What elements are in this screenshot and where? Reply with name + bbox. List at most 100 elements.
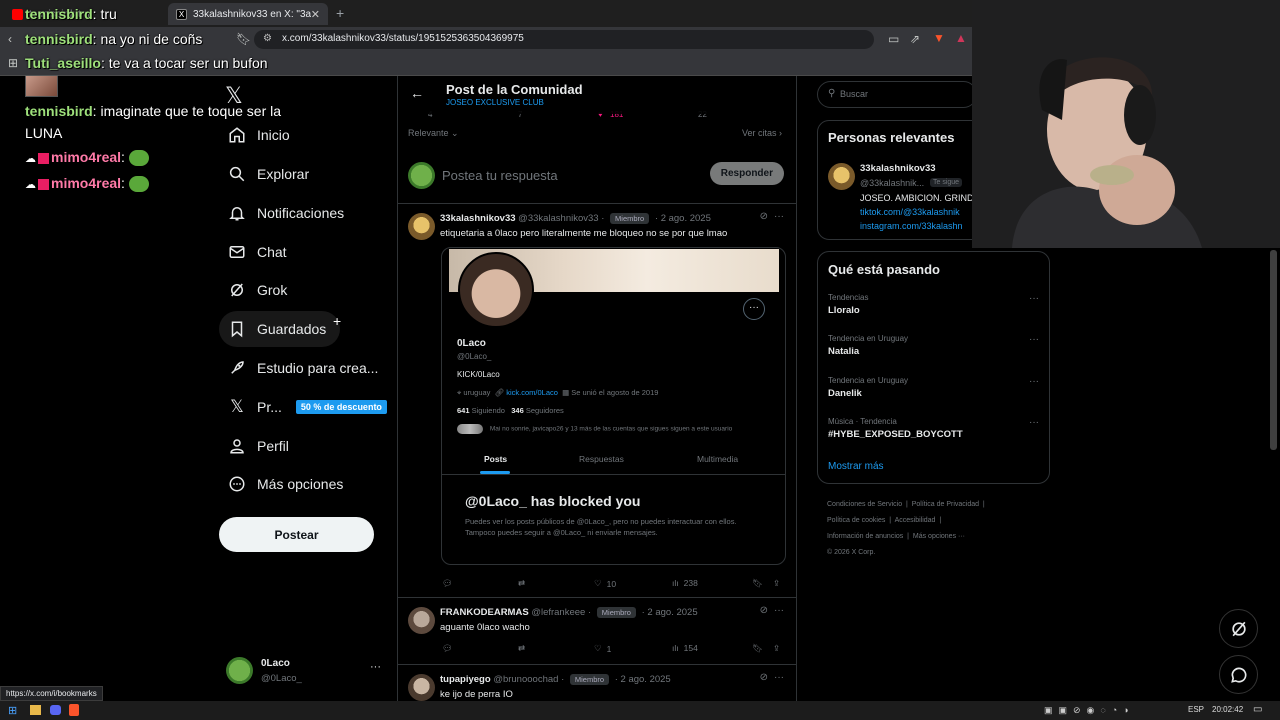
sidebar-item-chat[interactable]: Chat	[219, 234, 301, 270]
notifications-icon[interactable]: ▭	[1253, 704, 1262, 715]
like-button[interactable]: ♡ 10	[594, 578, 616, 589]
sort-dropdown[interactable]: Relevante ⌄	[408, 128, 459, 138]
sidebar-item-mas-opciones[interactable]: Más opciones	[219, 466, 357, 502]
scrollbar[interactable]	[1270, 250, 1277, 450]
search-input[interactable]: Buscar	[840, 89, 868, 99]
embedded-profile-card[interactable]: ··· 0Laco @0Laco_ KICK/0Laco ⌖ uruguay 🔗…	[441, 247, 786, 565]
footer-link[interactable]: Más opciones ···	[913, 533, 965, 540]
back-icon[interactable]: ‹	[8, 32, 12, 46]
following-count[interactable]: 641	[457, 406, 470, 415]
grok-icon[interactable]: ⊘	[760, 672, 768, 683]
rewards-icon[interactable]: ▲	[955, 31, 967, 45]
profile-link[interactable]: kick.com/0Laco	[506, 388, 558, 397]
tab-x-post[interactable]: X 33kalashnikov33 en X: "3am + 0 ✕	[168, 3, 328, 25]
more-icon[interactable]: ···	[774, 605, 784, 616]
close-icon[interactable]: ✕	[311, 8, 320, 21]
reply-icon[interactable]: 💬︎	[442, 578, 453, 589]
avatar[interactable]	[408, 674, 435, 701]
footer-link[interactable]: Información de anuncios	[827, 533, 903, 540]
grok-floating-button[interactable]	[1219, 609, 1258, 648]
trend-item[interactable]: Tendencia en Uruguay Natalia ···	[828, 334, 1039, 357]
person-name[interactable]: 33kalashnikov33	[860, 163, 936, 174]
reply-input[interactable]: Postea tu respuesta	[442, 168, 558, 183]
views-button[interactable]: ılı 154	[672, 643, 698, 653]
author-handle[interactable]: @lefrankeee	[531, 607, 585, 618]
trend-item[interactable]: Tendencias Lloralo ···	[828, 293, 1039, 316]
more-icon[interactable]: ···	[1029, 376, 1039, 387]
repost-icon[interactable]: ⇄	[518, 643, 525, 654]
avatar[interactable]	[408, 213, 435, 240]
show-more-link[interactable]: Mostrar más	[828, 461, 884, 472]
footer-link[interactable]: Política de cookies	[827, 517, 885, 524]
author-handle[interactable]: @33kalashnikov33	[518, 213, 598, 224]
brave-icon[interactable]	[69, 704, 79, 716]
brave-shield-icon[interactable]: ▼	[933, 31, 945, 45]
person-link[interactable]: tiktok.com/@33kalashnik	[860, 207, 960, 217]
discord-icon[interactable]	[50, 705, 61, 715]
followers-count[interactable]: 346	[511, 406, 524, 415]
reply-button[interactable]: Responder	[709, 162, 784, 185]
cast-icon[interactable]: ▭	[888, 32, 899, 46]
sidebar-item-notificaciones[interactable]: Notificaciones	[219, 195, 358, 231]
file-explorer-icon[interactable]	[30, 705, 41, 715]
trend-item[interactable]: Tendencia en Uruguay Danelik ···	[828, 376, 1039, 399]
post-date[interactable]: 2 ago. 2025	[621, 674, 671, 685]
tab-posts[interactable]: Posts	[484, 454, 507, 464]
sidebar-item-grok[interactable]: Grok	[219, 272, 301, 308]
reply-post[interactable]: 33kalashnikov33 @33kalashnikov33 · Miemb…	[398, 205, 796, 598]
grok-icon[interactable]: ⊘	[760, 605, 768, 616]
avatar[interactable]	[408, 607, 435, 634]
sidebar-item-explorar[interactable]: Explorar	[219, 156, 323, 192]
sidebar-item-estudio[interactable]: Estudio para crea...	[219, 350, 392, 386]
sidebar-item-premium[interactable]: 𝕏 Pr... 50 % de descuento	[219, 389, 401, 425]
more-icon[interactable]: ···	[1029, 293, 1039, 304]
tab-respuestas[interactable]: Respuestas	[579, 454, 624, 464]
language-indicator[interactable]: ESP	[1188, 705, 1204, 714]
more-icon[interactable]: ···	[774, 211, 784, 222]
post-date[interactable]: 2 ago. 2025	[661, 213, 711, 224]
footer-link[interactable]: Condiciones de Servicio	[827, 501, 902, 508]
repost-icon[interactable]: ⇄	[518, 578, 525, 589]
more-icon[interactable]: ···	[1029, 334, 1039, 345]
more-icon[interactable]: ···	[1029, 417, 1039, 428]
footer-link[interactable]: Política de Privacidad	[912, 501, 979, 508]
more-icon[interactable]: ···	[774, 672, 784, 683]
back-arrow-icon[interactable]: ←	[410, 85, 424, 101]
share-icon[interactable]: ⇗	[910, 32, 920, 46]
tray-icons[interactable]: ▣▣⊘◉◌◔◑	[1044, 705, 1135, 716]
account-switcher[interactable]: 0Laco @0Laco_ ···	[226, 655, 386, 687]
person-handle[interactable]: @33kalashnik...	[860, 178, 924, 188]
views-button[interactable]: ılı 238	[672, 578, 698, 588]
messages-floating-button[interactable]	[1219, 655, 1258, 694]
url-field[interactable]: ⚙︎ x.com/33kalashnikov33/status/19515253…	[254, 30, 874, 49]
person-link[interactable]: instagram.com/33kalashn	[860, 221, 963, 231]
site-info-icon[interactable]: ⚙︎	[263, 33, 272, 44]
reply-post[interactable]: FRANKODEARMAS @lefrankeee · Miembro · 2 …	[398, 599, 796, 665]
trend-item[interactable]: Música · Tendencia #HYBE_EXPOSED_BOYCOTT…	[828, 417, 1039, 440]
like-button[interactable]: ♡ 1	[594, 643, 611, 654]
sidebar-item-perfil[interactable]: Perfil	[219, 428, 303, 464]
author-name[interactable]: FRANKODEARMAS	[440, 607, 529, 618]
tab-multimedia[interactable]: Multimedia	[697, 454, 738, 464]
grok-icon[interactable]: ⊘	[760, 211, 768, 222]
windows-start-icon[interactable]: ⊞	[8, 704, 17, 717]
share-icon[interactable]: ⇪	[773, 578, 780, 589]
clock[interactable]: 20:02:42	[1212, 705, 1243, 714]
url-text[interactable]: x.com/33kalashnikov33/status/19515253635…	[282, 33, 524, 44]
author-name[interactable]: tupapiyego	[440, 674, 491, 685]
more-icon[interactable]: ···	[370, 661, 381, 673]
search-field[interactable]: ⚲ Buscar	[817, 81, 977, 108]
reply-icon[interactable]: 💬︎	[442, 643, 453, 654]
community-name[interactable]: JOSEO EXCLUSIVE CLUB	[446, 98, 544, 107]
bookmark-icon[interactable]: 🔖︎	[236, 32, 251, 46]
author-handle[interactable]: @brunooochad	[493, 674, 558, 685]
quotes-link[interactable]: Ver citas ›	[742, 128, 782, 138]
apps-grid-icon[interactable]: ⊞	[8, 56, 18, 70]
bookmark-icon[interactable]: 🔖︎	[752, 643, 763, 654]
sidebar-item-inicio[interactable]: Inicio	[219, 117, 304, 153]
author-name[interactable]: 33kalashnikov33	[440, 213, 516, 224]
sidebar-item-guardados[interactable]: Guardados	[219, 311, 341, 347]
avatar[interactable]	[828, 163, 855, 190]
new-tab-button[interactable]: +	[336, 5, 344, 21]
post-date[interactable]: 2 ago. 2025	[647, 607, 697, 618]
